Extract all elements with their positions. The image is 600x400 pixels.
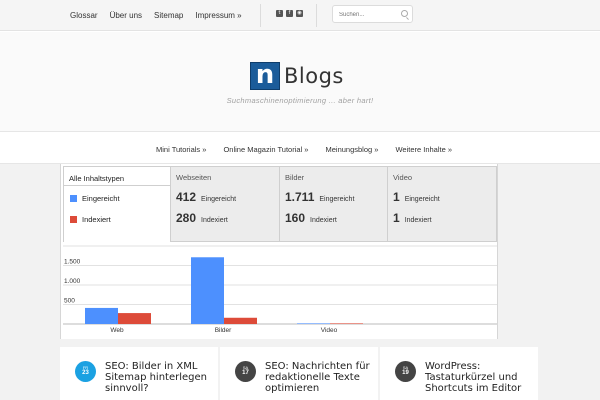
tab-all-types[interactable]: Alle Inhaltstypen Eingereicht Indexiert bbox=[63, 166, 171, 242]
topnav-impressum-link[interactable]: Impressum » bbox=[195, 11, 241, 20]
x-tick-label: Web bbox=[110, 327, 124, 334]
stat-indexed: 160 Indexiert bbox=[285, 211, 337, 225]
legend-label: Indexiert bbox=[82, 215, 111, 224]
index-status-chart: 2.000 1.500 1.000 500 Web Bilder Video bbox=[63, 244, 497, 334]
date-number: 17 bbox=[242, 370, 249, 376]
stat-label: Eingereicht bbox=[404, 196, 440, 203]
site-logo[interactable]: n Blogs bbox=[250, 62, 344, 90]
chart-bar bbox=[224, 317, 257, 324]
stat-indexed: 280 Indexiert bbox=[176, 211, 228, 225]
recent-posts: FR 23 SEO: Bilder in XML Sitemap hinterl… bbox=[60, 347, 540, 400]
top-divider bbox=[316, 4, 317, 27]
stat-submitted: 1 Eingereicht bbox=[393, 190, 440, 204]
top-bar: Glossar Über uns Sitemap Impressum » t f… bbox=[0, 0, 600, 31]
stat-value: 1 bbox=[393, 211, 400, 225]
date-badge: SA 17 bbox=[235, 361, 256, 382]
logo-mark: n bbox=[250, 62, 280, 90]
tab-title: Webseiten bbox=[176, 173, 212, 182]
stat-value: 280 bbox=[176, 211, 197, 225]
post-card[interactable]: SA 17 SEO: Nachrichten für redaktionelle… bbox=[220, 347, 378, 400]
chart-bar bbox=[85, 307, 118, 324]
date-badge: FR 23 bbox=[75, 361, 96, 382]
y-tick-label: 500 bbox=[64, 298, 75, 305]
topnav-glossar-link[interactable]: Glossar bbox=[70, 11, 98, 20]
y-tick-label: 1.500 bbox=[64, 259, 81, 266]
content-type-tabs: Alle Inhaltstypen Eingereicht Indexiert … bbox=[63, 166, 497, 242]
chart-bar bbox=[191, 257, 224, 324]
stat-label: Eingereicht bbox=[201, 196, 237, 203]
stat-value: 412 bbox=[176, 190, 197, 204]
main-nav: Mini Tutorials » Online Magazin Tutorial… bbox=[0, 134, 600, 164]
date-badge: SA 19 bbox=[395, 361, 416, 382]
nav-online-magazin-tutorial[interactable]: Online Magazin Tutorial » bbox=[223, 145, 308, 154]
tab-video[interactable]: Video 1 Eingereicht 1 Indexiert bbox=[388, 166, 497, 242]
chart-bar bbox=[297, 323, 330, 324]
y-tick-label: 1.000 bbox=[64, 278, 81, 285]
topnav-sitemap-link[interactable]: Sitemap bbox=[154, 11, 183, 20]
tab-webseiten[interactable]: Webseiten 412 Eingereicht 280 Indexiert bbox=[171, 166, 280, 242]
search-icon[interactable] bbox=[401, 10, 408, 17]
site-header: n Blogs Suchmaschinenoptimierung ... abe… bbox=[0, 32, 600, 132]
content-area: Alle Inhaltstypen Eingereicht Indexiert … bbox=[0, 164, 600, 400]
stat-label: Indexiert bbox=[404, 217, 432, 224]
date-number: 19 bbox=[402, 370, 409, 376]
stat-label: Indexiert bbox=[310, 217, 337, 224]
stat-submitted: 412 Eingereicht bbox=[176, 190, 236, 204]
stat-indexed: 1 Indexiert bbox=[393, 211, 432, 225]
post-card[interactable]: SA 19 WordPress: Tastaturkürzel und Shor… bbox=[380, 347, 538, 400]
stat-label: Eingereicht bbox=[319, 196, 355, 203]
post-title[interactable]: SEO: Bilder in XML Sitemap hinterlegen s… bbox=[105, 361, 217, 394]
post-card[interactable]: FR 23 SEO: Bilder in XML Sitemap hinterl… bbox=[60, 347, 218, 400]
y-tick-label: 2.000 bbox=[64, 244, 81, 246]
stat-value: 1.711 bbox=[285, 190, 315, 204]
stat-submitted: 1.711 Eingereicht bbox=[285, 190, 354, 204]
search-input[interactable] bbox=[339, 9, 397, 20]
stat-label: Indexiert bbox=[201, 217, 228, 224]
tab-title: Bilder bbox=[285, 173, 305, 182]
legend-indexed: Indexiert bbox=[70, 215, 111, 224]
facebook-icon[interactable]: f bbox=[286, 10, 293, 17]
post-title[interactable]: WordPress: Tastaturkürzel und Shortcuts … bbox=[425, 361, 537, 394]
tab-title: Alle Inhaltstypen bbox=[69, 174, 125, 183]
twitter-icon[interactable]: t bbox=[276, 10, 283, 17]
rss-icon[interactable]: ◉ bbox=[296, 10, 303, 17]
date-number: 23 bbox=[82, 370, 89, 376]
logo-text: Blogs bbox=[284, 64, 344, 88]
search-box bbox=[332, 5, 413, 23]
top-divider bbox=[260, 4, 261, 27]
tab-divider bbox=[64, 185, 170, 186]
legend-swatch bbox=[70, 195, 77, 202]
nav-meinungsblog[interactable]: Meinungsblog » bbox=[325, 145, 378, 154]
chart-bar bbox=[330, 323, 363, 324]
tab-bilder[interactable]: Bilder 1.711 Eingereicht 160 Indexiert bbox=[280, 166, 388, 242]
stat-value: 160 bbox=[285, 211, 306, 225]
index-status-panel: Alle Inhaltstypen Eingereicht Indexiert … bbox=[60, 164, 498, 339]
site-tagline: Suchmaschinenoptimierung ... aber hart! bbox=[226, 96, 374, 105]
post-title[interactable]: SEO: Nachrichten für redaktionelle Texte… bbox=[265, 361, 377, 394]
nav-mini-tutorials[interactable]: Mini Tutorials » bbox=[156, 145, 206, 154]
social-links: t f ◉ bbox=[276, 10, 303, 17]
legend-label: Eingereicht bbox=[82, 194, 120, 203]
x-tick-label: Video bbox=[321, 327, 338, 334]
chart-bar bbox=[118, 313, 151, 324]
topnav-ueber-uns-link[interactable]: Über uns bbox=[110, 11, 142, 20]
top-nav: Glossar Über uns Sitemap Impressum » bbox=[70, 0, 254, 31]
stat-value: 1 bbox=[393, 190, 400, 204]
legend-submitted: Eingereicht bbox=[70, 194, 120, 203]
legend-swatch bbox=[70, 216, 77, 223]
x-tick-label: Bilder bbox=[215, 327, 232, 334]
nav-weitere-inhalte[interactable]: Weitere Inhalte » bbox=[395, 145, 452, 154]
tab-title: Video bbox=[393, 173, 413, 182]
